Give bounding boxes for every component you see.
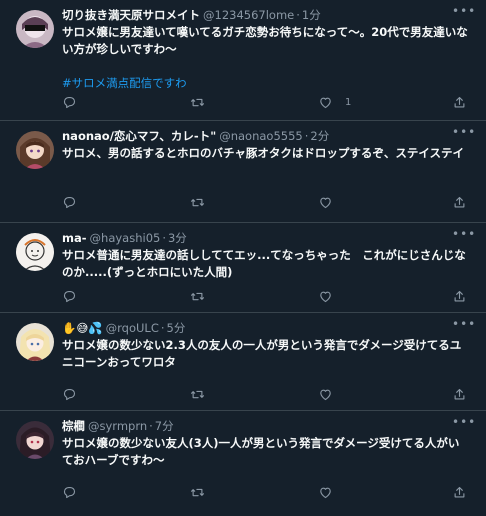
tweet-time[interactable]: 3分 [168,231,187,245]
retweet-icon [190,485,205,500]
tweet[interactable]: ✋😅💦 @rqoULC · 5分 ••• サロメ嬢の数少ない2.3人の友人の一人が男と… [0,313,486,411]
share-icon [452,95,467,110]
like-icon [318,485,333,500]
reply-button[interactable] [62,193,77,211]
tweet-text-container: サロメ嬢に男友達いて嘆いてるガチ恋勢お待ちになって〜。20代で男友達いない方が珍… [62,24,470,92]
retweet-icon [190,195,205,210]
tweet-header: ma- @hayashi05 · 3分 [62,231,187,245]
tweet-text: サロメ嬢の数少ない2.3人の友人の一人が男という発言でダメージ受けてるユニコーン… [62,338,462,369]
like-button[interactable]: 1 [318,93,351,111]
tweet-actions [62,483,472,501]
avatar[interactable] [16,131,54,169]
like-button[interactable] [318,483,333,501]
author-name[interactable]: 切り抜き満天原サロメイト [62,8,200,22]
tweet-header: naonao/恋心マフ、カレ-ト" @naonao5555 · 2分 [62,129,330,143]
author-name[interactable]: ma- [62,231,87,245]
author-handle[interactable]: @syrmprn [88,419,147,433]
reply-icon [62,485,77,500]
like-button[interactable] [318,385,333,403]
share-icon [452,289,467,304]
tweet-header: ✋😅💦 @rqoULC · 5分 [62,321,186,335]
tweet-actions [62,385,472,403]
tweet[interactable]: 切り抜き満天原サロメイト @1234567lome · 1分 ••• サロメ嬢に男友達… [0,0,486,121]
avatar[interactable] [16,421,54,459]
tweet-header: 切り抜き満天原サロメイト @1234567lome · 1分 [62,8,321,22]
share-button[interactable] [452,193,467,211]
like-count: 1 [345,96,352,108]
retweet-icon [190,289,205,304]
more-dots-icon[interactable]: ••• [452,416,475,431]
tweet[interactable]: 棕櫚 @syrmprn · 7分 ••• サロメ嬢の数少ない友人(3人)一人が男という… [0,411,486,516]
author-name[interactable]: ✋😅💦 [62,321,103,335]
author-name[interactable]: 棕櫚 [62,419,85,433]
avatar[interactable] [16,323,54,361]
retweet-button[interactable] [190,483,205,501]
share-button[interactable] [452,287,467,305]
author-handle[interactable]: @hayashi05 [90,231,161,245]
tweet-text: サロメ嬢の数少ない友人(3人)一人が男という発言でダメージ受けてる人がいておハー… [62,436,460,467]
share-icon [452,195,467,210]
retweet-icon [190,95,205,110]
tweet-time[interactable]: 5分 [167,321,186,335]
more-dots-icon[interactable]: ••• [452,318,475,333]
author-handle[interactable]: @rqoULC [106,321,159,335]
share-icon [452,387,467,402]
like-icon [318,289,333,304]
retweet-icon [190,387,205,402]
author-handle[interactable]: @1234567lome [203,8,294,22]
avatar[interactable] [16,233,54,271]
retweet-button[interactable] [190,385,205,403]
more-dots-icon[interactable]: ••• [452,5,475,20]
like-button[interactable] [318,287,333,305]
hashtag-link[interactable]: #サロメ満点配信ですわ [62,75,470,92]
tweet-text: サロメ嬢に男友達いて嘆いてるガチ恋勢お待ちになって〜。20代で男友達いない方が珍… [62,25,468,56]
share-button[interactable] [452,385,467,403]
tweet[interactable]: ma- @hayashi05 · 3分 ••• サロメ普通に男友達の話ししててエッ..… [0,223,486,313]
like-button[interactable] [318,193,333,211]
reply-button[interactable] [62,287,77,305]
reply-icon [62,195,77,210]
tweet-time[interactable]: 2分 [310,129,329,143]
more-dots-icon[interactable]: ••• [452,126,475,141]
share-button[interactable] [452,93,467,111]
tweet-header: 棕櫚 @syrmprn · 7分 [62,419,174,433]
like-icon [318,195,333,210]
tweet-text: サロメ、男の話するとホロのバチャ豚オタクはドロップするぞ、ステイステイ [62,146,465,160]
retweet-button[interactable] [190,93,205,111]
reply-icon [62,387,77,402]
retweet-button[interactable] [190,287,205,305]
share-button[interactable] [452,483,467,501]
reply-icon [62,289,77,304]
reply-button[interactable] [62,385,77,403]
like-icon [318,95,333,110]
share-icon [452,485,467,500]
author-name[interactable]: naonao/恋心マフ、カレ-ト" [62,129,216,143]
tweet-time[interactable]: 1分 [302,8,321,22]
tweet-time[interactable]: 7分 [155,419,174,433]
tweet-actions: 1 [62,93,472,111]
author-handle[interactable]: @naonao5555 [219,129,303,143]
reply-button[interactable] [62,93,77,111]
like-icon [318,387,333,402]
retweet-button[interactable] [190,193,205,211]
reply-button[interactable] [62,483,77,501]
more-dots-icon[interactable]: ••• [452,228,475,243]
tweet-text: サロメ普通に男友達の話ししててエッ...てなっちゃった これがにじさんじなのか.… [62,248,466,279]
tweet-actions [62,287,472,305]
tweet[interactable]: naonao/恋心マフ、カレ-ト" @naonao5555 · 2分 ••• サロメ、… [0,121,486,223]
tweet-actions [62,193,472,211]
avatar[interactable] [16,10,54,48]
reply-icon [62,95,77,110]
